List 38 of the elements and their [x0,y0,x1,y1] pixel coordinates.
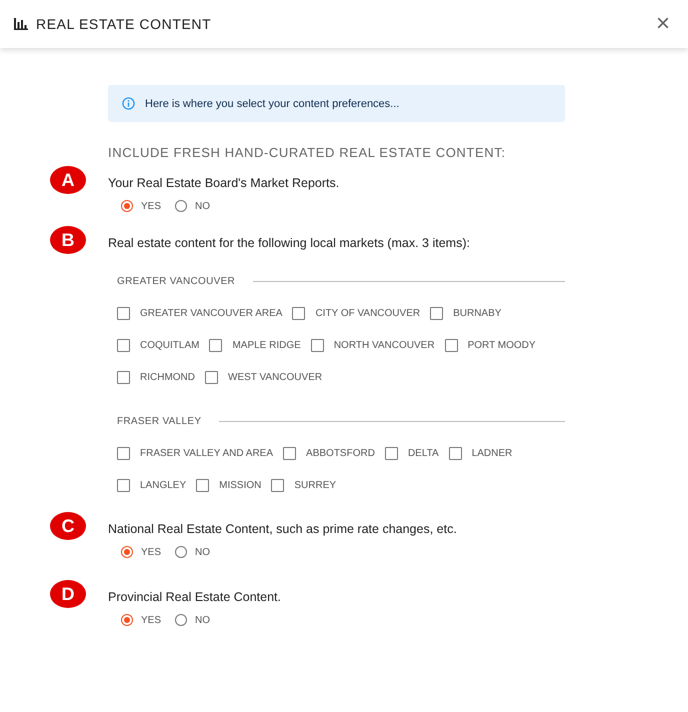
checkbox-option[interactable]: FRASER VALLEY AND AREA [117,447,274,460]
radio-option[interactable]: NO [175,614,210,626]
question-text: Provincial Real Estate Content. [108,589,282,606]
radio-option[interactable]: YES [121,614,162,626]
info-text: Here is where you select your content preferences... [145,98,400,110]
question-text: Real estate content for the following local markets (max. 3 items): [108,235,471,252]
group-title: GREATER VANCOUVER [117,276,236,287]
checkbox-option[interactable]: LANGLEY [117,479,186,492]
info-icon [122,97,135,110]
group-title: FRASER VALLEY [117,416,202,427]
checkbox-option[interactable]: RICHMOND [117,371,195,384]
checkbox-option[interactable]: COQUITLAM [117,339,200,352]
marker-badge: A [50,166,86,194]
marker-badge: B [50,226,86,254]
checkbox-option[interactable]: NORTH VANCOUVER [310,339,435,352]
marker-badge: D [50,580,86,608]
window-title: REAL ESTATE CONTENT [36,16,212,32]
checkbox-option[interactable]: ABBOTSFORD [283,447,375,460]
checkbox-option[interactable]: SURREY [271,479,336,492]
checkbox-option[interactable]: MISSION [196,479,262,492]
checkbox-option[interactable]: MAPLE RIDGE [209,339,301,352]
close-button[interactable]: × [652,12,674,36]
radio-option[interactable]: NO [175,546,210,558]
question-text: National Real Estate Content, such as prime rate changes, etc. [108,521,458,538]
radio-option[interactable]: YES [121,546,162,558]
checkbox-option[interactable]: DELTA [384,447,439,460]
question-text: Your Real Estate Board's Market Reports. [108,175,340,192]
checkbox-option[interactable]: PORT MOODY [444,339,536,352]
checkbox-option[interactable]: CITY OF VANCOUVER [292,307,420,320]
chart-icon [14,18,28,30]
marker-badge: C [50,512,86,540]
section-heading: INCLUDE FRESH HAND-CURATED REAL ESTATE CONTENT: [108,145,507,160]
checkbox-option[interactable]: WEST VANCOUVER [205,371,322,384]
radio-option[interactable]: NO [175,200,210,212]
checkbox-option[interactable]: GREATER VANCOUVER AREA [117,307,282,320]
radio-option[interactable]: YES [121,200,162,212]
checkbox-option[interactable]: LADNER [448,447,512,460]
checkbox-option[interactable]: BURNABY [430,307,502,320]
